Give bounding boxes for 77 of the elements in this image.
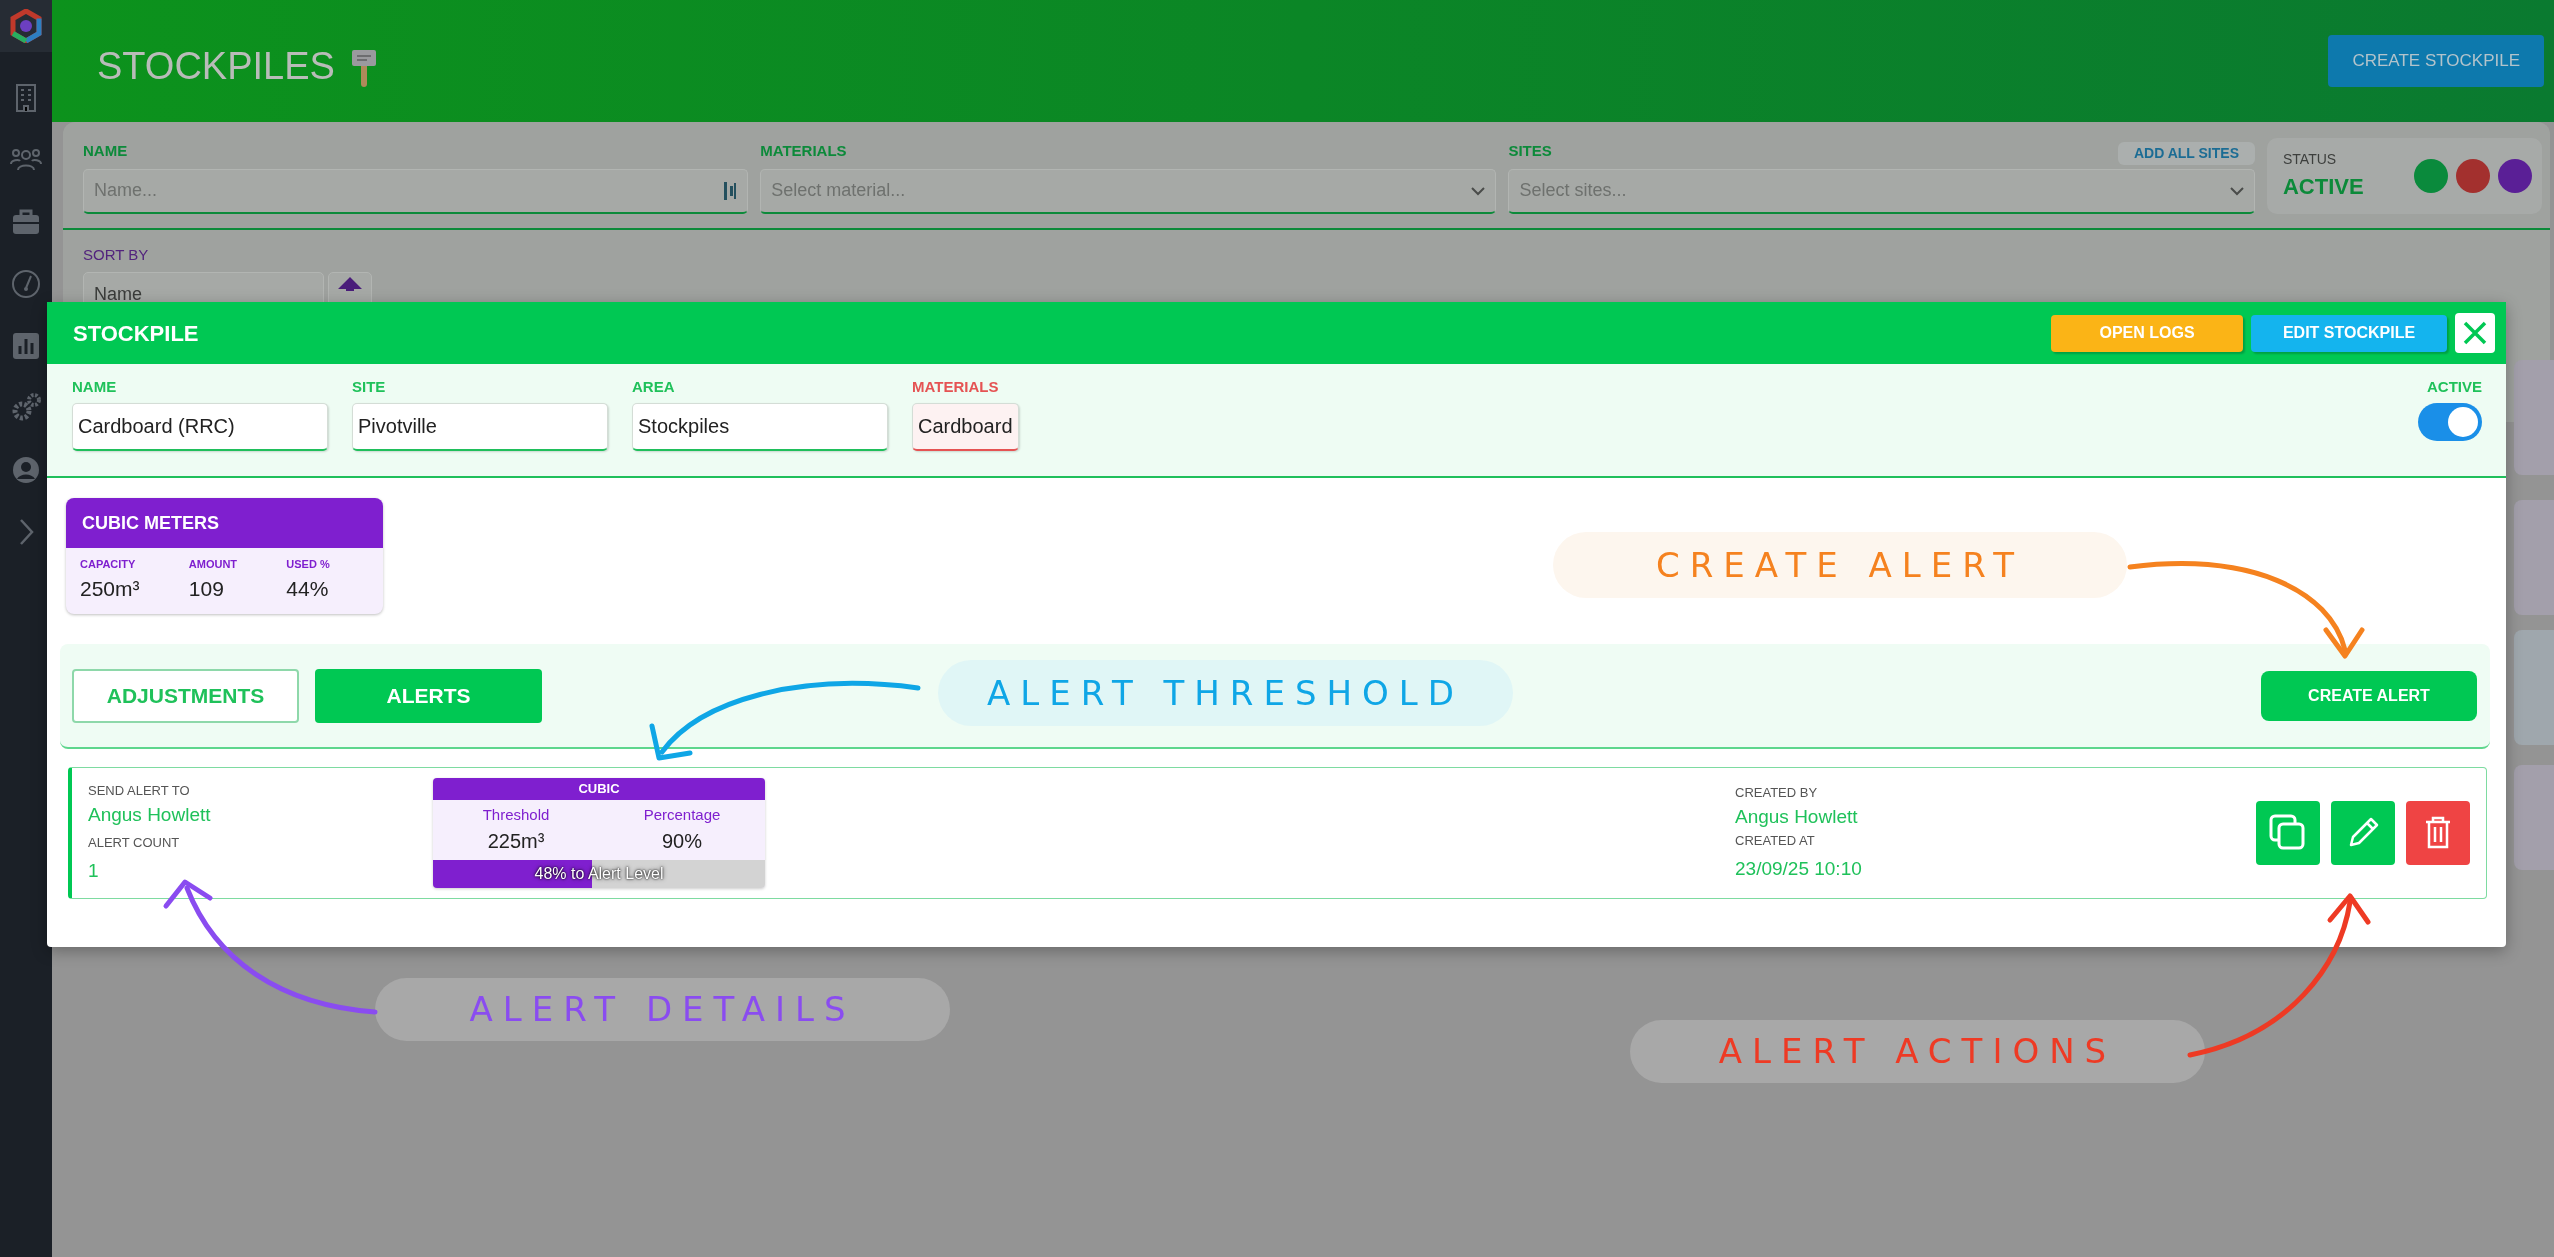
close-icon — [2462, 320, 2488, 346]
field-label: ALERT COUNT — [88, 834, 181, 852]
card-title: CUBIC — [433, 777, 765, 800]
logo-icon[interactable] — [9, 9, 43, 43]
copy-button[interactable] — [2256, 801, 2320, 865]
bar-chart-icon[interactable] — [10, 330, 42, 362]
field-value: Stockpiles — [638, 414, 730, 439]
field-value: Cardboard (RRC) — [78, 414, 235, 439]
field-label: NAME — [83, 141, 128, 161]
tab[interactable]: ADJUSTMENTS — [72, 668, 299, 723]
metric-value: 109 — [188, 575, 225, 602]
edit-button[interactable] — [2331, 801, 2395, 865]
placeholder: Name... — [94, 179, 158, 202]
placeholder: Select material... — [771, 179, 906, 202]
placeholder: Select sites... — [1519, 179, 1627, 202]
threshold-value: 90% — [661, 829, 703, 855]
threshold-value: 225m³ — [486, 829, 546, 855]
field-label: CREATED AT — [1735, 832, 1816, 850]
name-input[interactable]: Name... — [83, 168, 749, 214]
text-field[interactable]: Pivotville — [352, 402, 608, 451]
material-tag[interactable]: Cardboard — [912, 402, 1019, 451]
field-label: SITES — [1508, 141, 1552, 161]
alert-count: 1 — [88, 858, 100, 883]
text-field[interactable]: Stockpiles — [632, 402, 888, 451]
field-label: MATERIALS — [760, 141, 847, 161]
field-value: Cardboard — [918, 414, 1013, 439]
close-button[interactable] — [2455, 313, 2495, 353]
callout-text: CREATE ALERT — [1655, 543, 2025, 587]
creator-name: Angus Howlett — [1735, 804, 1859, 829]
callout-text: ALERT ACTIONS — [1718, 1030, 2117, 1073]
sort-label: SORT BY — [83, 244, 150, 265]
create-stockpile-button[interactable]: CREATE STOCKPILE — [2328, 35, 2544, 87]
field-label: NAME — [72, 377, 118, 397]
arrow-up-icon — [338, 277, 362, 291]
field-label: MATERIALS — [912, 377, 1000, 397]
caret-down-icon — [2230, 185, 2244, 196]
dropdown-value: Name — [94, 283, 142, 306]
create-alert-button[interactable]: CREATE ALERT — [2261, 670, 2477, 721]
card-title: CUBIC METERS — [66, 498, 383, 548]
delete-button[interactable] — [2406, 801, 2470, 865]
metric-value: 44% — [286, 575, 330, 602]
active-label: ACTIVE — [2427, 377, 2482, 397]
field-label: CREATED BY — [1735, 784, 1819, 802]
gauge-icon[interactable] — [10, 268, 42, 300]
metric-label: USED % — [286, 557, 331, 572]
copy-icon — [2268, 813, 2308, 853]
field-label: AREA — [632, 377, 676, 397]
callout-text: ALERT DETAILS — [469, 988, 856, 1031]
status-label: STATUS — [2283, 149, 2338, 169]
metric-value: 250m³ — [80, 575, 141, 602]
metric-label: CAPACITY — [80, 557, 137, 572]
recipient-name: Angus Howlett — [88, 802, 212, 827]
threshold-label: Threshold — [481, 804, 551, 825]
field-value: Pivotville — [358, 414, 437, 439]
field-label: SEND ALERT TO — [88, 782, 191, 800]
user-icon[interactable] — [10, 454, 42, 486]
dropdown[interactable]: Select material... — [760, 168, 1497, 214]
status-dot[interactable] — [2456, 158, 2490, 193]
threshold-label: Percentage — [642, 804, 722, 825]
field-label: SITE — [352, 377, 387, 397]
status-dot[interactable] — [2414, 158, 2448, 193]
open-logs-button[interactable]: OPEN LOGS — [2051, 314, 2243, 352]
caret-down-icon — [1471, 185, 1486, 196]
text-field[interactable]: Cardboard (RRC) — [72, 402, 328, 451]
dropdown[interactable]: Select sites... — [1508, 168, 2255, 214]
created-date: 23/09/25 10:10 — [1735, 856, 1862, 881]
toggle-switch[interactable] — [2418, 402, 2482, 441]
metric-label: AMOUNT — [188, 557, 239, 572]
status-value: ACTIVE — [2283, 172, 2364, 201]
status-dot[interactable] — [2498, 158, 2532, 193]
dialog-title: STOCKPILE — [73, 319, 199, 348]
page-title: STOCKPILES — [97, 44, 335, 89]
callout-text: ALERT THRESHOLD — [987, 671, 1464, 715]
add-all-sites-button[interactable]: ADD ALL SITES — [2117, 141, 2255, 165]
edit-stockpile-button[interactable]: EDIT STOCKPILE — [2251, 314, 2447, 352]
tab[interactable]: ALERTS — [315, 668, 542, 723]
input-addon-icon — [723, 179, 738, 202]
